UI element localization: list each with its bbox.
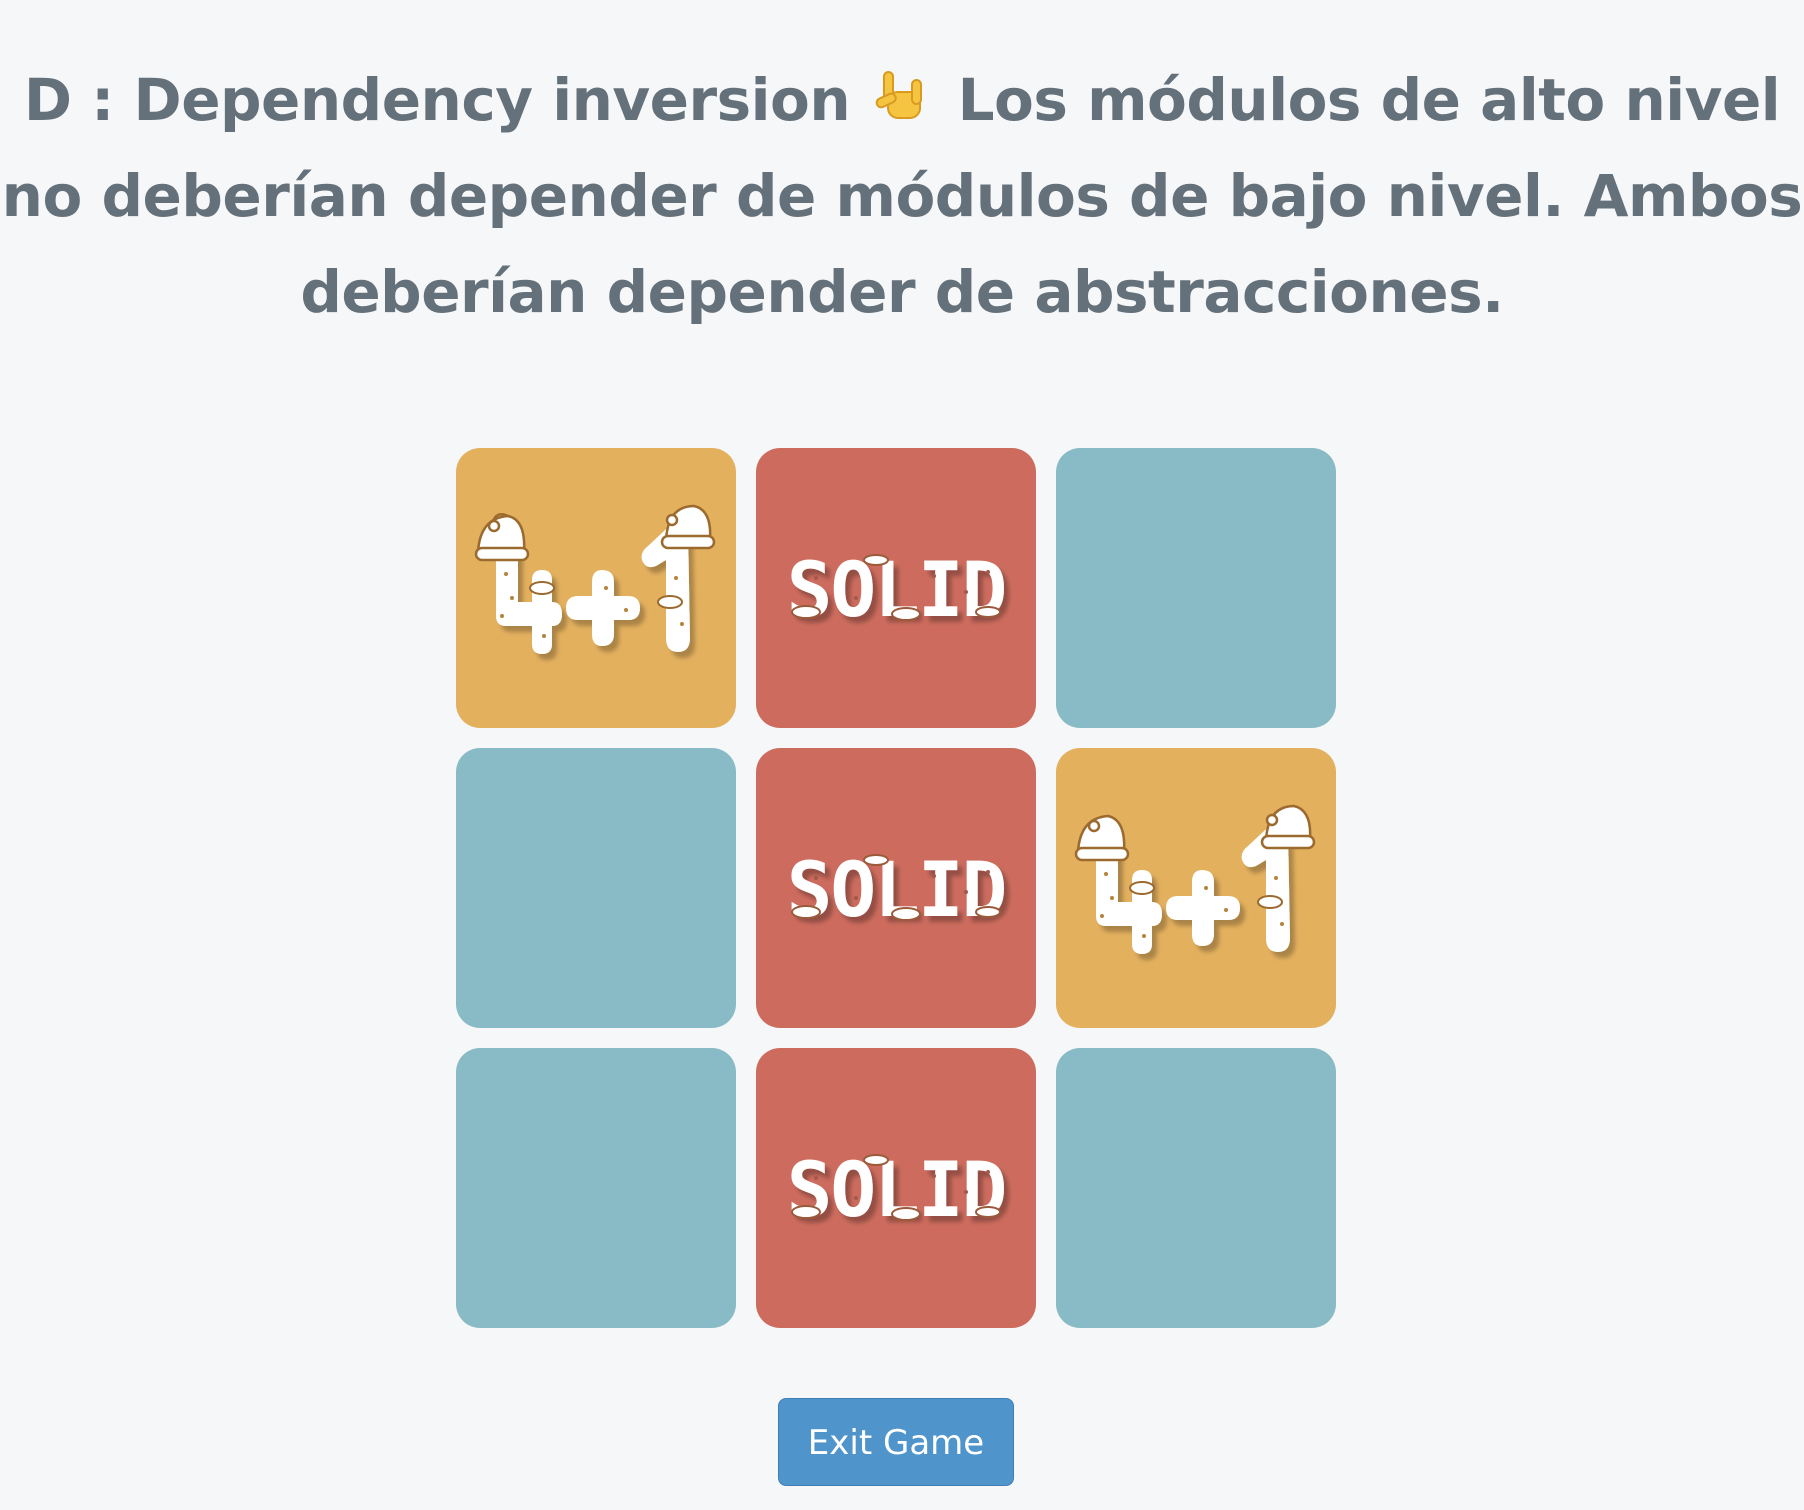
page-title: D : Dependency inversion Los módulos de … xyxy=(0,52,1804,340)
tile-hidden-1[interactable] xyxy=(1056,448,1336,728)
tile-solid-2[interactable]: SOLID xyxy=(756,748,1036,1028)
svg-text:SOLID: SOLID xyxy=(787,1145,1006,1234)
svg-text:SOLID: SOLID xyxy=(787,545,1006,634)
title-principle: D : Dependency inversion xyxy=(23,66,851,134)
game-board: SOLID SOLID SOLID xyxy=(456,448,1336,1328)
solid-logo-icon: SOLID xyxy=(787,845,1008,934)
svg-text:SOLID: SOLID xyxy=(787,845,1006,934)
tile-4plus1-1[interactable] xyxy=(456,448,736,728)
tile-solid-3[interactable]: SOLID xyxy=(756,1048,1036,1328)
solid-logo-icon: SOLID xyxy=(787,1145,1008,1234)
tile-hidden-2[interactable] xyxy=(456,748,736,1028)
exit-game-button[interactable]: Exit Game xyxy=(778,1398,1014,1486)
solid-logo-icon: SOLID xyxy=(787,545,1008,634)
tile-hidden-4[interactable] xyxy=(1056,1048,1336,1328)
tile-solid-1[interactable]: SOLID xyxy=(756,448,1036,728)
love-you-gesture-icon xyxy=(874,58,934,119)
tile-4plus1-2[interactable] xyxy=(1056,748,1336,1028)
tile-hidden-3[interactable] xyxy=(456,1048,736,1328)
four-plus-one-santa-logo-icon xyxy=(1074,804,1316,954)
four-plus-one-santa-logo-icon xyxy=(474,504,716,654)
